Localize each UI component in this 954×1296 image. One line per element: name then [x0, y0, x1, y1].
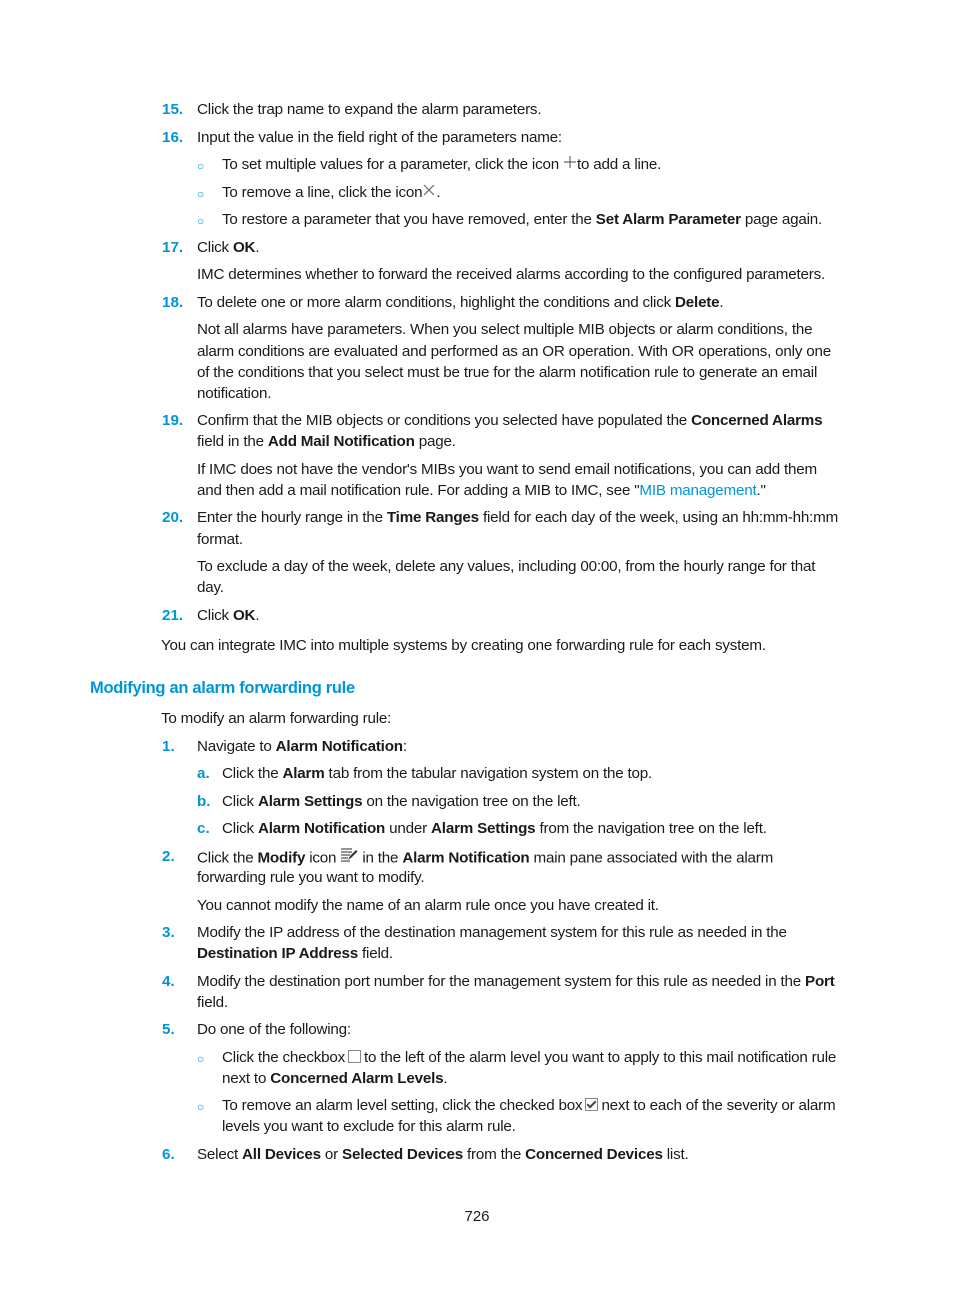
step-note: If IMC does not have the vendor's MIBs y…: [197, 461, 817, 478]
step-note: of the conditions that you select must b…: [197, 364, 818, 381]
closing-paragraph: You can integrate IMC into multiple syst…: [161, 637, 766, 654]
step-number: 6.: [162, 1146, 175, 1163]
step-text: Modify the destination port number for t…: [197, 973, 835, 990]
step-text: Select All Devices or Selected Devices f…: [197, 1146, 689, 1163]
step-text: Confirm that the MIB objects or conditio…: [197, 412, 823, 429]
step-note: and then add a mail notification rule. F…: [197, 482, 766, 499]
step-number: 1.: [162, 738, 175, 755]
step-number: 16.: [162, 129, 184, 146]
step-note: day.: [197, 579, 224, 596]
step-number: 17.: [162, 239, 184, 256]
step-number: 15.: [162, 101, 184, 118]
step-text: To delete one or more alarm conditions, …: [197, 294, 724, 311]
bullet-text: levels you want to exclude for this alar…: [222, 1118, 516, 1135]
step-number: 18.: [162, 294, 184, 311]
step-text: Destination IP Address field.: [197, 945, 393, 962]
bullet-text: Click the checkbox to the left of the ala…: [222, 1049, 837, 1066]
bullet-text: To restore a parameter that you have rem…: [222, 211, 823, 228]
section-heading: Modifying an alarm forwarding rule: [90, 679, 355, 697]
step-note: alarm conditions are evaluated and perfo…: [197, 343, 831, 360]
bullet-text: next to Concerned Alarm Levels.: [222, 1070, 448, 1087]
page-number: 726: [464, 1208, 490, 1225]
step-text: forwarding rule you want to modify.: [197, 869, 425, 886]
step-text: field.: [197, 994, 228, 1011]
step-number: 4.: [162, 973, 175, 990]
bullet-marker: ○: [197, 159, 205, 173]
substep-letter: a.: [197, 765, 210, 782]
substep-text: Click the Alarm tab from the tabular nav…: [222, 765, 653, 782]
step-note: notification.: [197, 385, 272, 402]
step-number: 19.: [162, 412, 184, 429]
step-note: IMC determines whether to forward the re…: [197, 266, 826, 283]
mib-management-link[interactable]: MIB management: [639, 482, 756, 499]
substep-letter: b.: [197, 793, 211, 810]
step-text: Input the value in the field right of th…: [197, 129, 562, 146]
bullet-text: To set multiple values for a parameter, …: [222, 155, 662, 175]
x-icon: [422, 183, 436, 203]
step-note: Not all alarms have parameters. When you…: [197, 321, 813, 338]
bullet-marker: ○: [197, 1100, 205, 1114]
modify-icon: [340, 847, 358, 870]
step-note: To exclude a day of the week, delete any…: [197, 558, 816, 575]
step-number: 20.: [162, 509, 184, 526]
step-number: 5.: [162, 1021, 175, 1038]
step-text: field in the Add Mail Notification page.: [197, 433, 456, 450]
step-text: Navigate to Alarm Notification:: [197, 738, 407, 755]
step-number: 2.: [162, 848, 175, 865]
checked-box-icon: [585, 1098, 599, 1111]
step-text: Click the trap name to expand the alarm …: [197, 101, 542, 118]
substep-text: Click Alarm Settings on the navigation t…: [222, 793, 581, 810]
bullet-text: To remove an alarm level setting, click …: [222, 1097, 836, 1114]
step-text: Do one of the following:: [197, 1021, 351, 1038]
step-text: Modify the IP address of the destination…: [197, 924, 787, 941]
checkbox-icon: [348, 1050, 362, 1063]
substep-text: Click Alarm Notification under Alarm Set…: [222, 820, 767, 837]
step-text: Click OK.: [197, 607, 260, 624]
bullet-marker: ○: [197, 187, 205, 201]
bullet-marker: ○: [197, 1052, 205, 1066]
section-intro: To modify an alarm forwarding rule:: [161, 710, 392, 727]
step-text: Click OK.: [197, 239, 260, 256]
step-number: 21.: [162, 607, 184, 624]
substep-letter: c.: [197, 820, 210, 837]
step-text: Enter the hourly range in the Time Range…: [197, 509, 839, 526]
step-number: 3.: [162, 924, 175, 941]
step-text: Click the Modify icon in the Alarm Notif…: [197, 847, 773, 870]
plus-icon: [563, 155, 577, 175]
document-page: 15. Click the trap name to expand the al…: [0, 0, 954, 1296]
bullet-text: To remove a line, click the icon.: [222, 183, 441, 203]
step-text: format.: [197, 531, 243, 548]
step-note: You cannot modify the name of an alarm r…: [197, 897, 659, 914]
bullet-marker: ○: [197, 214, 205, 228]
